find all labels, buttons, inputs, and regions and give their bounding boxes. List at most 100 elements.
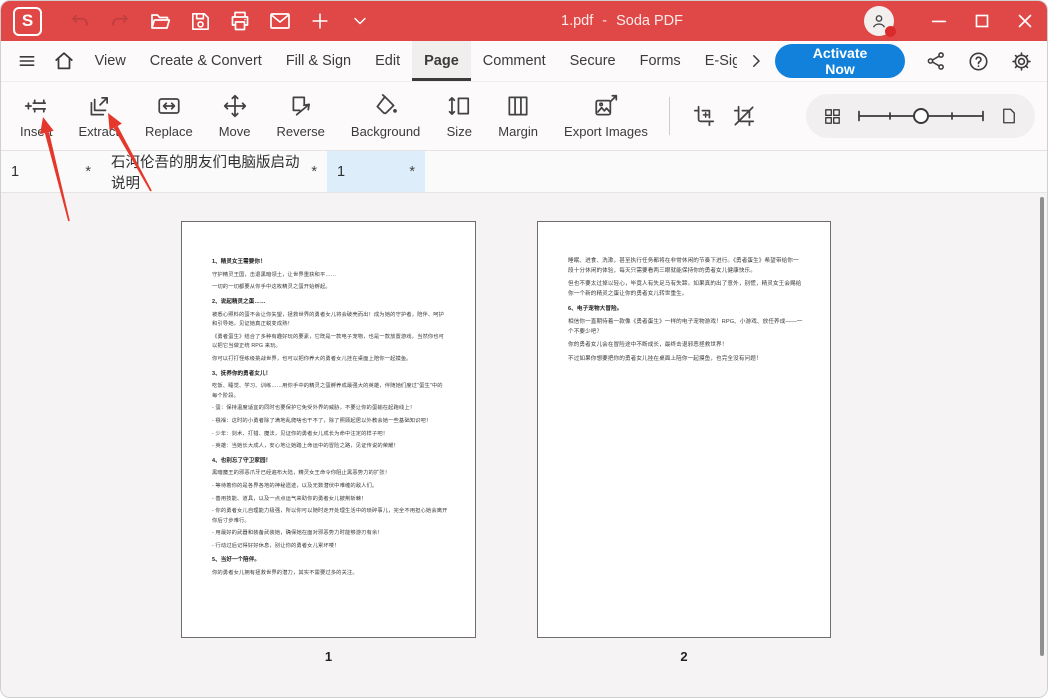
open-folder-icon[interactable]	[148, 9, 172, 33]
hamburger-menu-icon[interactable]	[9, 41, 46, 81]
soda-pdf-logo: S	[13, 7, 42, 36]
help-icon[interactable]	[967, 48, 990, 74]
pdf-paragraph: 不过如果你想要把你的勇者女儿挂在桌面上陪你一起摸鱼，也完全没有问题！	[568, 354, 803, 364]
doc-tab-1-active[interactable]: 1 *	[327, 151, 425, 192]
tab-forms[interactable]: Forms	[628, 41, 693, 81]
activate-now-button[interactable]: Activate Now	[775, 44, 904, 78]
tool-label: Replace	[145, 124, 193, 139]
save-icon[interactable]	[188, 9, 212, 33]
pdf-heading: 6、电子宠物大冒险。	[568, 304, 803, 314]
pdf-paragraph: - 行动过后记得好好休息，别让你的勇者女儿累坏喽！	[212, 542, 448, 552]
pdf-page-2[interactable]: 睡眠、进食、洗漱，甚至执行任务都将在非常休闲的节奏下进行。《勇者蛋生》希望带给你…	[537, 221, 831, 638]
pdf-paragraph: - 善用技能、道具，以及一点点运气来助你的勇者女儿披荆斩棘！	[212, 495, 448, 505]
margin-tool[interactable]: Margin	[485, 93, 551, 139]
doc-tab-label: 1	[337, 164, 345, 180]
pdf-heading: 4、也别忘了守卫家园！	[212, 457, 448, 467]
tool-label: Reverse	[276, 124, 324, 139]
maximize-button[interactable]	[968, 7, 996, 35]
pdf-paragraph: 吃饭、睡觉、学习、训练……用你手中的精灵之蛋孵养成最强大的英雄，伴随她们度过"蛋…	[212, 382, 448, 401]
tab-esign[interactable]: E-Sig	[693, 41, 738, 81]
pdf-paragraph: 《勇者蛋生》结合了多种有趣好玩的要素，它既是一款电子宠物，也是一款放置游戏，当然…	[212, 333, 448, 352]
pdf-heading: 5、当好一个陪伴。	[212, 556, 448, 566]
pdf-paragraph: 你可以打打怪练级挑战世界，也可以把你养大的勇者女儿挂在桌面上陪你一起摸鱼。	[212, 355, 448, 365]
logo-letter: S	[22, 11, 33, 31]
pdf-paragraph: 你的勇者女儿拥有拯救世界的潜力，其实不需要过多的关注。	[212, 569, 448, 579]
pdf-paragraph: - 英雄：当她长大成人，安心地让她踏上命运中的冒险之路，见证传说的荣耀！	[212, 442, 448, 452]
tool-label: Export Images	[564, 124, 648, 139]
modified-indicator: *	[311, 164, 317, 180]
modified-indicator: *	[85, 164, 91, 180]
pdf-paragraph: 一切的一切都要从你手中这枚精灵之蛋开始孵起。	[212, 283, 448, 293]
move-tool[interactable]: Move	[206, 93, 264, 139]
window-title: 1.pdf - Soda PDF	[561, 1, 683, 41]
replace-tool[interactable]: Replace	[132, 93, 206, 139]
export-images-tool[interactable]: Export Images	[551, 93, 661, 139]
pdf-heading: 3、抚养你的勇者女儿！	[212, 370, 448, 380]
doc-tab-label: 1	[11, 164, 19, 180]
extract-page-icon	[86, 93, 112, 119]
insert-page-icon	[23, 93, 49, 119]
reverse-tool[interactable]: Reverse	[263, 93, 337, 139]
plus-icon[interactable]	[308, 9, 332, 33]
background-tool[interactable]: Background	[338, 93, 433, 139]
tab-page[interactable]: Page	[412, 41, 471, 81]
insert-tool[interactable]: Insert	[7, 93, 66, 139]
title-separator: -	[602, 13, 607, 29]
tab-create-convert[interactable]: Create & Convert	[138, 41, 274, 81]
pdf-paragraph: - 用最好的武器和装备武装她，确保她在面对邪恶势力时能够游刃有余！	[212, 529, 448, 539]
pdf-paragraph: 被悉心照料的蛋不会让你失望，拯救世界的勇者女儿将会破壳而出！成为她的守护者，陪伴…	[212, 311, 448, 330]
undo-icon[interactable]	[68, 9, 92, 33]
mail-icon[interactable]	[268, 9, 292, 33]
print-icon[interactable]	[228, 9, 252, 33]
app-window: S 1.pdf - Soda PDF	[0, 0, 1048, 698]
home-icon[interactable]	[46, 41, 83, 81]
vertical-scrollbar[interactable]	[1040, 197, 1044, 656]
tab-fill-sign[interactable]: Fill & Sign	[274, 41, 363, 81]
toolbar-divider	[669, 97, 670, 135]
thumbnail-grid-icon[interactable]	[823, 107, 842, 126]
tab-secure[interactable]: Secure	[558, 41, 628, 81]
title-bar: S 1.pdf - Soda PDF	[1, 1, 1047, 41]
tool-label: Background	[351, 124, 420, 139]
pdf-paragraph: - 等待着你的是各界各地的神秘遗迹，以及无数潜伏中难缠的敌人们。	[212, 482, 448, 492]
doc-tab-label: 石河伦吾的朋友们电脑版启动说明	[111, 151, 311, 193]
modified-indicator: *	[409, 164, 415, 180]
redo-icon[interactable]	[108, 9, 132, 33]
margin-icon	[505, 93, 531, 119]
tab-edit[interactable]: Edit	[363, 41, 412, 81]
menu-bar: View Create & Convert Fill & Sign Edit P…	[1, 41, 1047, 82]
pdf-paragraph: 你的勇者女儿会在冒险途中不断成长，最终击退邪恶拯救世界！	[568, 340, 803, 350]
tool-label: Insert	[20, 124, 53, 139]
document-view: 1、精灵女王需要你！守护精灵王国，击退黑暗领土，让世界重获和平……一切的一切都要…	[1, 193, 1047, 698]
pdf-paragraph: - 少年：剑术、打猎、魔法，见证你的勇者女儿成长为命中注定的样子吧！	[212, 430, 448, 440]
crop-remove-icon[interactable]	[724, 96, 764, 136]
size-tool[interactable]: Size	[433, 93, 485, 139]
doc-tab-1[interactable]: 1 *	[1, 151, 101, 192]
document-filename: 1.pdf	[561, 13, 593, 29]
tool-label: Extract	[79, 124, 119, 139]
background-icon	[373, 93, 399, 119]
extract-tool[interactable]: Extract	[66, 93, 132, 139]
page-size-icon	[446, 93, 472, 119]
more-tabs-chevron-icon[interactable]	[737, 41, 775, 81]
pdf-paragraph: 守护精灵王国，击退黑暗领土，让世界重获和平……	[212, 271, 448, 281]
pdf-paragraph: 相信你一直期待着一款像《勇者蛋生》一样的电子宠物游戏！RPG、小游戏、放任养成—…	[568, 317, 803, 337]
tab-view[interactable]: View	[83, 41, 138, 81]
zoom-slider[interactable]	[855, 105, 987, 127]
pdf-page-1[interactable]: 1、精灵女王需要你！守护精灵王国，击退黑暗领土，让世界重获和平……一切的一切都要…	[181, 221, 476, 638]
user-avatar[interactable]	[864, 6, 894, 36]
crop-add-icon[interactable]	[684, 96, 724, 136]
doc-tab-shihe[interactable]: 石河伦吾的朋友们电脑版启动说明 *	[101, 151, 327, 192]
pdf-paragraph: 睡眠、进食、洗漱，甚至执行任务都将在非常休闲的节奏下进行。《勇者蛋生》希望带给你…	[568, 256, 803, 276]
minimize-button[interactable]	[925, 7, 953, 35]
close-button[interactable]	[1011, 7, 1039, 35]
settings-gear-icon[interactable]	[1010, 48, 1033, 74]
page-number-2: 2	[537, 649, 831, 664]
chevron-down-icon[interactable]	[348, 9, 372, 33]
single-page-icon[interactable]	[1000, 106, 1018, 126]
share-icon[interactable]	[925, 48, 947, 74]
tab-comment[interactable]: Comment	[471, 41, 558, 81]
page-toolbar: Insert Extract Replace Move Reverse Back…	[1, 82, 1047, 151]
tool-label: Move	[219, 124, 251, 139]
reverse-page-icon	[288, 93, 314, 119]
